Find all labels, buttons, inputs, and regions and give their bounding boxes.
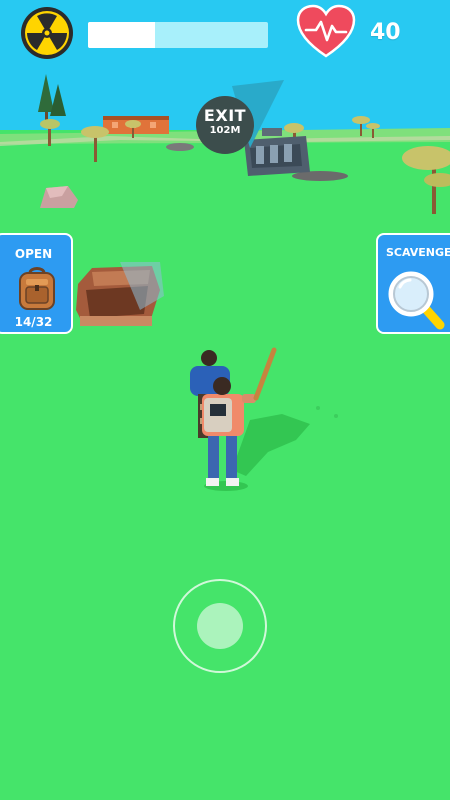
- rubble-pile: [166, 143, 194, 151]
- radiation-bar-fill: [88, 22, 155, 48]
- ground-speck: [316, 406, 320, 410]
- exit-marker: EXIT 102M: [196, 96, 254, 154]
- inventory-count: 14/32: [14, 315, 53, 329]
- magnifier-icon: [386, 267, 446, 331]
- radiation-icon: [20, 6, 74, 60]
- grass-field: [0, 130, 450, 800]
- exit-label: EXIT: [203, 106, 247, 125]
- backpack-icon: [16, 265, 58, 311]
- scavenge-button[interactable]: SCAVENGE: [376, 233, 450, 334]
- radiation-bar: [88, 22, 268, 48]
- virtual-joystick[interactable]: [173, 579, 267, 673]
- open-inventory-button[interactable]: OPEN 14/32: [0, 233, 73, 334]
- health-value: 40: [370, 20, 401, 45]
- heart-icon: [296, 4, 356, 60]
- joystick-knob[interactable]: [197, 603, 243, 649]
- scavenge-label: SCAVENGE: [386, 246, 450, 259]
- wrecked-car: [76, 262, 164, 326]
- open-label: OPEN: [14, 247, 53, 261]
- ground-speck: [334, 414, 338, 418]
- exit-distance: 102M: [209, 125, 241, 136]
